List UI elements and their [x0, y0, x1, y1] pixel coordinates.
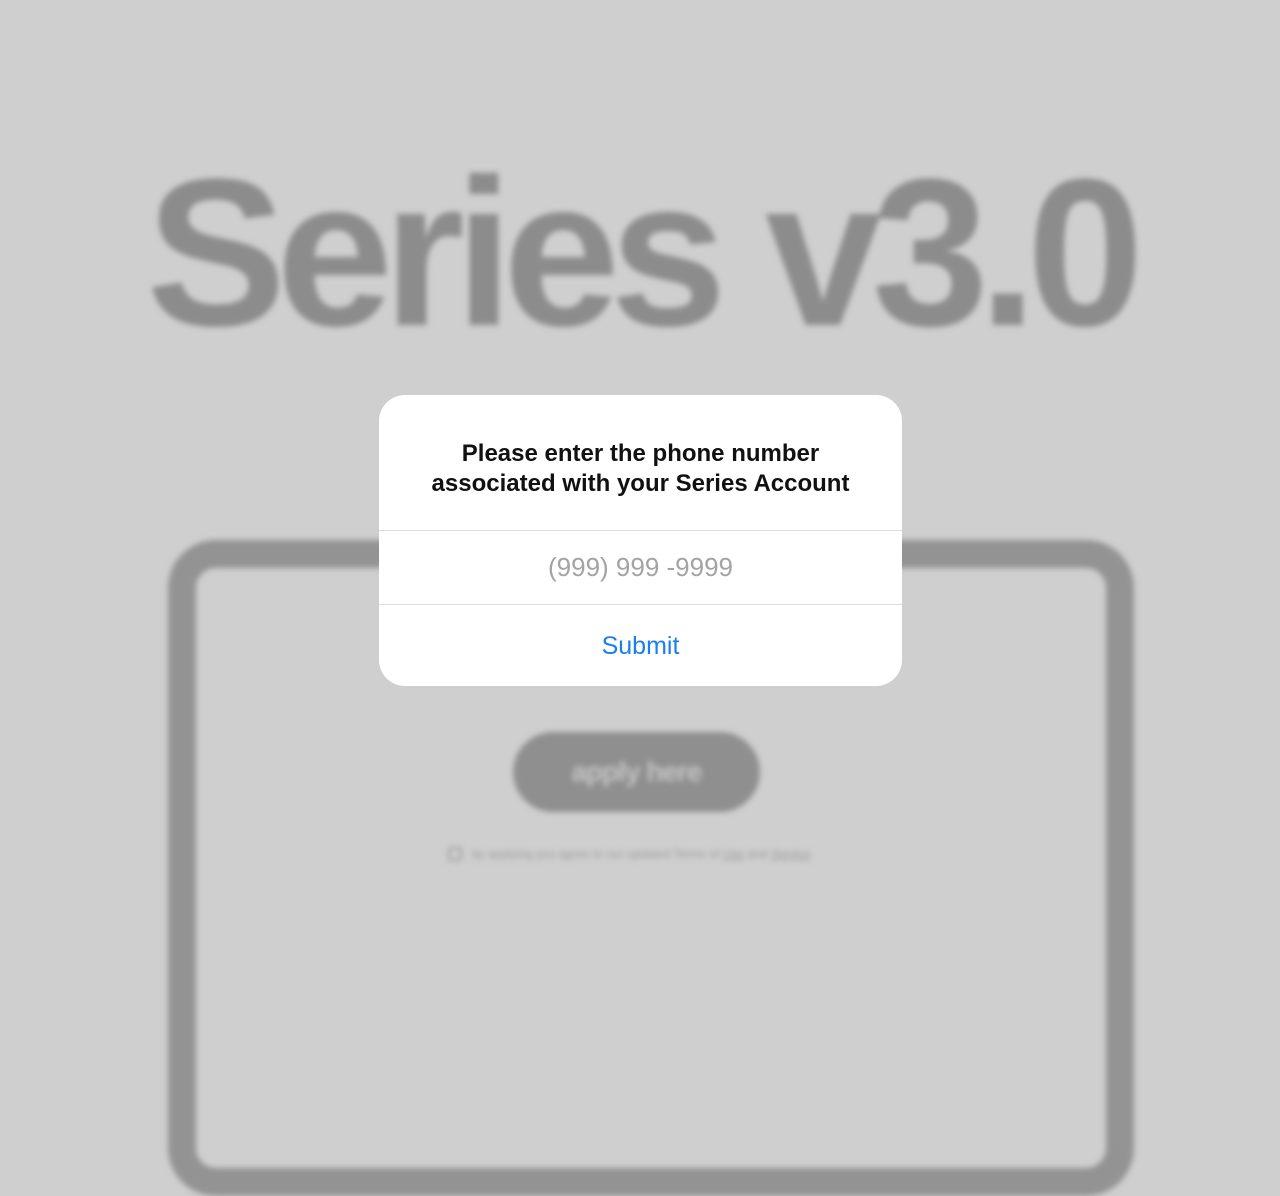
- terms-prefix: by applying you agree to our updated Ter…: [472, 847, 720, 861]
- terms-middle: and: [747, 847, 768, 861]
- terms-use-link: Use: [722, 847, 744, 861]
- background-title: Series v3.0: [146, 135, 1144, 370]
- phone-input[interactable]: [379, 531, 902, 604]
- apply-button: apply here: [513, 732, 760, 812]
- submit-button[interactable]: Submit: [379, 605, 902, 686]
- dialog-title: Please enter the phone number associated…: [431, 440, 850, 497]
- terms-row: by applying you agree to our updated Ter…: [448, 845, 811, 863]
- terms-text: by applying you agree to our updated Ter…: [472, 847, 811, 861]
- terms-service-link: Service: [770, 847, 811, 861]
- terms-checkbox: [448, 847, 462, 861]
- phone-dialog: Please enter the phone number associated…: [379, 395, 902, 686]
